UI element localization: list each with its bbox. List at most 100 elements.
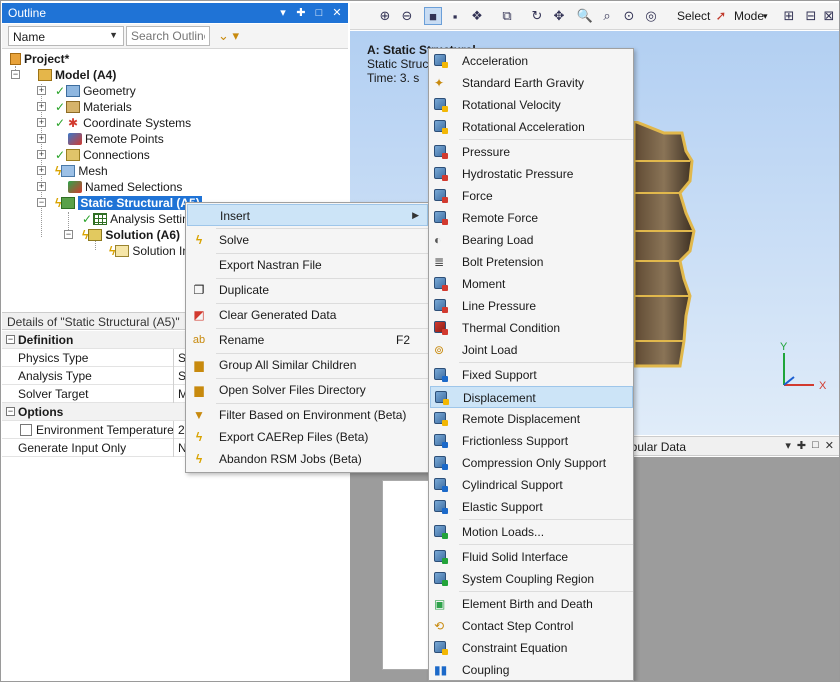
submenu-item-rotational-velocity[interactable]: Rotational Velocity: [430, 94, 633, 116]
pin-icon[interactable]: ✚: [797, 439, 806, 452]
submenu-item-fixed-support[interactable]: Fixed Support: [430, 364, 633, 386]
menu-item-solve[interactable]: ϟ Solve: [187, 229, 428, 251]
submenu-item-motion-loads[interactable]: Motion Loads...: [430, 521, 633, 543]
menu-item-filter-environment[interactable]: ▼ Filter Based on Environment (Beta): [187, 404, 428, 426]
parameter-checkbox[interactable]: [20, 424, 32, 436]
tree-item-materials[interactable]: ✓ Materials: [55, 99, 132, 115]
maximize-icon[interactable]: □: [812, 439, 819, 452]
submenu-item-frictionless-support[interactable]: Frictionless Support: [430, 430, 633, 452]
menu-item-export-caerep[interactable]: ϟ Export CAERep Files (Beta): [187, 426, 428, 448]
submenu-item-line-pressure[interactable]: Line Pressure: [430, 295, 633, 317]
submenu-item-coupling[interactable]: ▮▮ Coupling: [430, 659, 633, 681]
zoom-fit-icon[interactable]: ⊙: [620, 7, 638, 25]
submenu-item-joint-load[interactable]: ⊚ Joint Load: [430, 339, 633, 361]
tree-item-connections[interactable]: ✓ Connections: [55, 147, 150, 163]
menu-item-open-solver-files[interactable]: ▆ Open Solver Files Directory: [187, 379, 428, 401]
expand-icon[interactable]: +: [37, 166, 46, 175]
submenu-item-moment[interactable]: Moment: [430, 273, 633, 295]
tree-item-remote-points[interactable]: Remote Points: [68, 131, 164, 147]
hydrostatic-pressure-icon: [434, 167, 448, 181]
submenu-item-compression-only-support[interactable]: Compression Only Support: [430, 452, 633, 474]
tree-item-geometry[interactable]: ✓ Geometry: [55, 83, 136, 99]
select-edge-icon[interactable]: ⊟: [802, 7, 820, 25]
solution-icon: [88, 229, 103, 241]
select-vertex-icon[interactable]: ⊞: [780, 7, 798, 25]
pan-icon[interactable]: ✥: [550, 7, 568, 25]
submenu-item-element-birth-death[interactable]: ▣ Element Birth and Death: [430, 593, 633, 615]
thermal-condition-icon: [434, 321, 448, 335]
rotate-icon[interactable]: ↻: [528, 7, 546, 25]
expand-collapse-icon[interactable]: ⌄ ▾: [218, 28, 248, 44]
tree-item-named-selections[interactable]: Named Selections: [68, 179, 182, 195]
tree-item-coordinate-systems[interactable]: ✓ ✱ Coordinate Systems: [55, 115, 191, 131]
close-icon[interactable]: ✕: [330, 5, 344, 20]
menu-item-export-nastran[interactable]: Export Nastran File: [187, 254, 428, 276]
menu-item-insert[interactable]: Insert ▶: [187, 204, 428, 226]
submenu-item-remote-force[interactable]: Remote Force: [430, 207, 633, 229]
magnifier-icon[interactable]: ◎: [642, 7, 660, 25]
collapse-icon[interactable]: −: [11, 70, 20, 79]
pin-dropdown-icon[interactable]: ▾: [276, 5, 290, 20]
submenu-item-pressure[interactable]: Pressure: [430, 141, 633, 163]
tree-item-mesh[interactable]: ϟ Mesh: [55, 163, 108, 179]
zoom-in-icon[interactable]: ⊕: [376, 7, 394, 25]
close-icon[interactable]: ✕: [825, 439, 834, 452]
submenu-item-elastic-support[interactable]: Elastic Support: [430, 496, 633, 518]
shaded-view-icon[interactable]: ■: [424, 7, 442, 25]
menu-item-clear-generated-data[interactable]: ◩ Clear Generated Data: [187, 304, 428, 326]
collapse-icon[interactable]: −: [6, 407, 15, 416]
submenu-item-fluid-solid-interface[interactable]: Fluid Solid Interface: [430, 546, 633, 568]
submenu-item-thermal-condition[interactable]: Thermal Condition: [430, 317, 633, 339]
submenu-item-constraint-equation[interactable]: Constraint Equation: [430, 637, 633, 659]
submenu-item-rotational-acceleration[interactable]: Rotational Acceleration: [430, 116, 633, 138]
pin-icon[interactable]: ✚: [294, 5, 308, 20]
tree-item-project[interactable]: Project*: [10, 51, 69, 67]
menu-item-rename[interactable]: ab Rename F2: [187, 329, 428, 351]
collapse-icon[interactable]: −: [37, 198, 46, 207]
submenu-item-bearing-load[interactable]: ◐ Bearing Load: [430, 229, 633, 251]
tree-item-solution[interactable]: ϟ Solution (A6): [82, 227, 180, 243]
tree-item-static-structural[interactable]: ϟ Static Structural (A5): [55, 195, 202, 211]
select-label[interactable]: Select: [677, 9, 710, 23]
tree-item-analysis-settings[interactable]: ✓ Analysis Settings: [82, 211, 201, 227]
expand-icon[interactable]: +: [37, 150, 46, 159]
expand-icon[interactable]: +: [37, 118, 46, 127]
submenu-item-system-coupling-region[interactable]: System Coupling Region: [430, 568, 633, 590]
box-zoom-icon[interactable]: ⌕: [598, 7, 616, 25]
submenu-item-acceleration[interactable]: Acceleration: [430, 50, 633, 72]
chevron-down-icon[interactable]: ▾: [763, 11, 768, 22]
expand-icon[interactable]: +: [37, 86, 46, 95]
submenu-item-contact-step-control[interactable]: ⟲ Contact Step Control: [430, 615, 633, 637]
select-cursor-icon[interactable]: ➚: [712, 7, 730, 25]
zoom-out-icon[interactable]: ⊖: [398, 7, 416, 25]
rotational-velocity-icon: [434, 98, 448, 112]
model-geometry[interactable]: [620, 121, 740, 371]
submenu-item-hydrostatic-pressure[interactable]: Hydrostatic Pressure: [430, 163, 633, 185]
submenu-item-cylindrical-support[interactable]: Cylindrical Support: [430, 474, 633, 496]
maximize-icon[interactable]: □: [312, 5, 326, 20]
submenu-item-displacement[interactable]: Displacement: [430, 386, 633, 408]
submenu-item-remote-displacement[interactable]: Remote Displacement: [430, 408, 633, 430]
menu-item-group-similar[interactable]: ▆ Group All Similar Children: [187, 354, 428, 376]
submenu-item-standard-earth-gravity[interactable]: ✦ Standard Earth Gravity: [430, 72, 633, 94]
collapse-icon[interactable]: −: [6, 335, 15, 344]
cube-view-icon[interactable]: ❖: [468, 7, 486, 25]
graph-panel[interactable]: [382, 480, 432, 670]
tree-item-model[interactable]: Model (A4): [38, 67, 116, 83]
mode-dropdown[interactable]: Mode: [734, 9, 764, 23]
submenu-item-force[interactable]: Force: [430, 185, 633, 207]
search-outline-input[interactable]: [126, 26, 210, 46]
menu-item-abandon-rsm[interactable]: ϟ Abandon RSM Jobs (Beta): [187, 448, 428, 470]
pin-dropdown-icon[interactable]: ▾: [785, 439, 791, 452]
select-face-icon[interactable]: ⊠: [820, 7, 838, 25]
zoom-icon[interactable]: 🔍: [576, 7, 594, 25]
name-filter-dropdown[interactable]: Name ▼: [8, 26, 124, 46]
expand-icon[interactable]: +: [37, 134, 46, 143]
expand-icon[interactable]: +: [37, 102, 46, 111]
expand-icon[interactable]: +: [37, 182, 46, 191]
submenu-item-bolt-pretension[interactable]: ≣ Bolt Pretension: [430, 251, 633, 273]
view-options-icon[interactable]: ⧉: [498, 7, 516, 25]
menu-item-duplicate[interactable]: ❐ Duplicate: [187, 279, 428, 301]
collapse-icon[interactable]: −: [64, 230, 73, 239]
wireframe-icon[interactable]: ▪: [446, 7, 464, 25]
